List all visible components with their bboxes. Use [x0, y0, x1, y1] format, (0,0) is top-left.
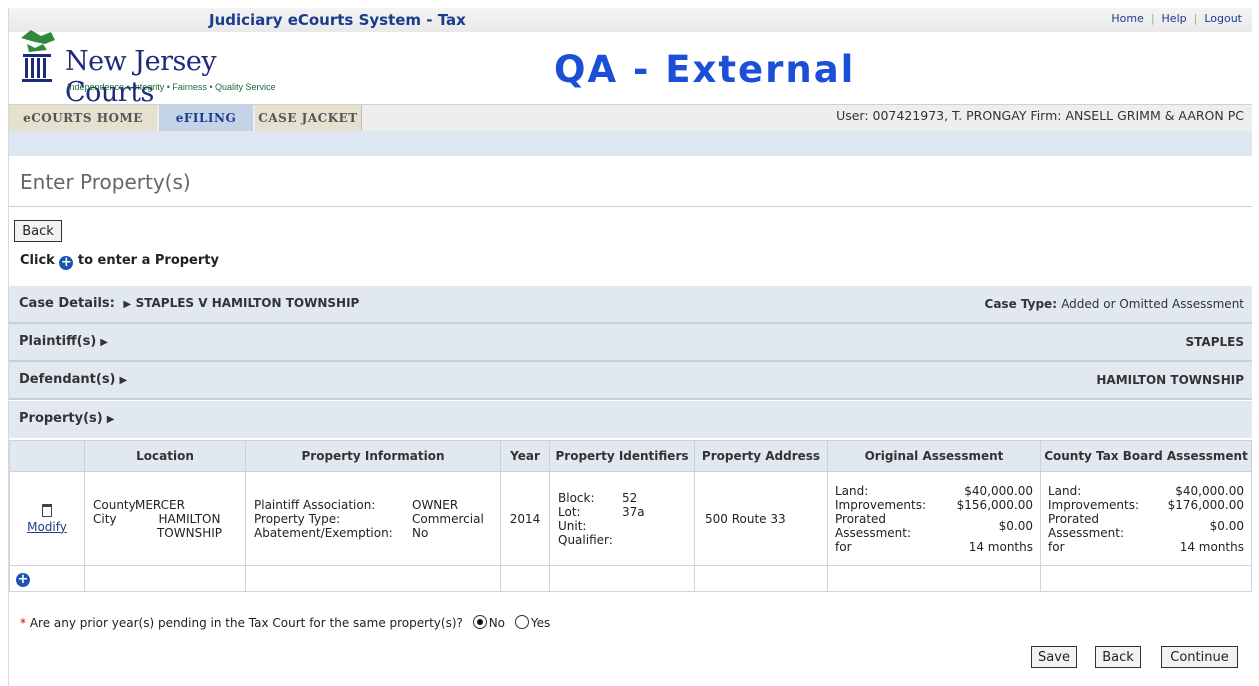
prior-years-question: * Are any prior year(s) pending in the T… [20, 615, 550, 630]
city-value: HAMILTON TOWNSHIP [156, 511, 223, 540]
defendants-label: Defendant(s) [19, 372, 116, 387]
add-cell: + [9, 565, 85, 592]
help-link[interactable]: Help [1162, 12, 1187, 25]
ctb-months-value: 14 months [1179, 539, 1244, 554]
add-row: + [9, 565, 1252, 592]
orig-prorated-value: $0.00 [998, 518, 1033, 533]
col-location: Location [84, 440, 246, 472]
required-mark: * [20, 616, 26, 630]
trash-icon[interactable] [42, 503, 52, 517]
nj-courts-logo: New Jersey Courts Independence • Integri… [15, 26, 305, 108]
top-links: Home | Help | Logout [1111, 12, 1242, 25]
original-assessment-cell: Land: $40,000.00 Improvements: $156,000.00… [827, 471, 1041, 566]
logo-text: New Jersey Courts [65, 46, 217, 108]
radio-yes-label: Yes [530, 616, 551, 630]
case-details-section[interactable]: Case Details: ▶ STAPLES V HAMILTON TOWNS… [9, 286, 1252, 324]
logout-link[interactable]: Logout [1204, 12, 1242, 25]
orig-improvements-value: $156,000.00 [956, 497, 1033, 512]
location-cell: County: MERCER City HAMILTON TOWNSHIP [84, 471, 246, 566]
radio-no[interactable] [472, 615, 487, 629]
identifiers-cell: Block: 52 Lot: 37a Unit: Qualifier: [549, 471, 695, 566]
radio-yes[interactable] [514, 615, 529, 629]
year-cell: 2014 [500, 471, 550, 566]
logo-tagline: Independence • Integrity • Fairness • Qu… [67, 82, 276, 92]
col-actions [9, 440, 85, 472]
continue-button[interactable]: Continue [1161, 646, 1238, 668]
orig-months-value: 14 months [968, 539, 1033, 554]
save-button[interactable]: Save [1031, 646, 1077, 668]
col-property-identifiers: Property Identifiers [549, 440, 695, 472]
environment-banner: QA - External [554, 48, 856, 91]
col-county-tax-board-assessment: County Tax Board Assessment [1040, 440, 1252, 472]
question-text: Are any prior year(s) pending in the Tax… [29, 616, 463, 630]
block-value: 52 [622, 490, 638, 505]
back-button-top[interactable]: Back [14, 220, 62, 242]
plaintiff-value: STAPLES [1185, 335, 1244, 349]
expand-triangle-icon: ▶ [100, 337, 108, 348]
case-name: STAPLES V HAMILTON TOWNSHIP [135, 296, 360, 310]
title-divider [9, 206, 1252, 207]
defendant-value: HAMILTON TOWNSHIP [1096, 373, 1244, 387]
assoc-value: OWNER [412, 497, 459, 512]
abatement-value: No [412, 525, 429, 540]
radio-no-label: No [488, 616, 506, 630]
add-property-icon[interactable]: + [16, 573, 30, 587]
ctb-land-value: $40,000.00 [1175, 483, 1244, 498]
ctb-improvements-value: $176,000.00 [1167, 497, 1244, 512]
home-link[interactable]: Home [1111, 12, 1143, 25]
modify-link[interactable]: Modify [27, 520, 67, 534]
col-year: Year [500, 440, 550, 472]
property-type-value: Commercial [412, 511, 484, 526]
orig-land-value: $40,000.00 [964, 483, 1033, 498]
defendants-section[interactable]: Defendant(s) ▶ HAMILTON TOWNSHIP [9, 362, 1252, 400]
tab-efiling[interactable]: eFILING [159, 105, 253, 131]
col-property-address: Property Address [694, 440, 828, 472]
expand-triangle-icon: ▶ [106, 414, 115, 425]
sub-nav-band [9, 131, 1252, 156]
properties-label: Property(s) [19, 411, 103, 426]
expand-triangle-icon: ▶ [123, 299, 132, 310]
courthouse-icon [21, 30, 55, 82]
back-button[interactable]: Back [1095, 646, 1141, 668]
plaintiffs-section[interactable]: Plaintiff(s) ▶ STAPLES [9, 324, 1252, 362]
col-property-information: Property Information [245, 440, 501, 472]
col-original-assessment: Original Assessment [827, 440, 1041, 472]
property-info-cell: Plaintiff Association: OWNER Property Typ… [245, 471, 501, 566]
table-row: Modify County: MERCER City HAMILTON TOWNSH… [9, 471, 1252, 566]
ctb-prorated-value: $0.00 [1209, 518, 1244, 533]
tab-case-jacket[interactable]: CASE JACKET [255, 105, 362, 131]
hint-prefix: Click [20, 253, 55, 268]
case-type: Case Type: Added or Omitted Assessment [984, 297, 1244, 311]
row-actions: Modify [9, 471, 85, 566]
case-details-label: Case Details: ▶ STAPLES V HAMILTON TOWNS… [19, 296, 360, 311]
lot-value: 37a [622, 504, 645, 519]
county-value: MERCER [135, 497, 185, 512]
add-property-hint: Click + to enter a Property [20, 253, 219, 270]
app-window: Judiciary eCourts System - Tax Home | Help… [8, 8, 1252, 686]
hint-suffix: to enter a Property [77, 253, 219, 268]
plaintiffs-label: Plaintiff(s) [19, 334, 97, 349]
expand-triangle-icon: ▶ [119, 375, 128, 386]
plus-circle-icon: + [59, 255, 74, 270]
properties-table: Location Property Information Year Prope… [9, 440, 1252, 592]
tab-ecourts-home[interactable]: eCOURTS HOME [9, 105, 157, 131]
case-type-value: Added or Omitted Assessment [1061, 297, 1244, 311]
user-info: User: 007421973, T. PRONGAY Firm: ANSELL… [836, 108, 1244, 123]
properties-section[interactable]: Property(s) ▶ [9, 401, 1252, 438]
address-cell: 500 Route 33 [694, 471, 828, 566]
ctb-assessment-cell: Land: $40,000.00 Improvements: $176,000.00… [1040, 471, 1252, 566]
page-title: Enter Property(s) [20, 170, 191, 194]
